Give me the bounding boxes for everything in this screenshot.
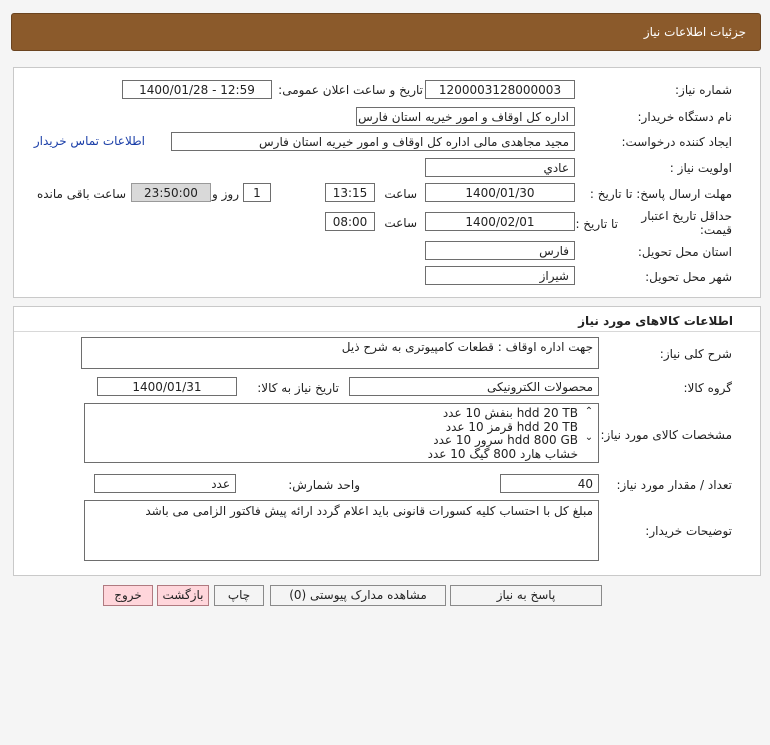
list-item: hdd 20 TB قرمز 10 عدد [445, 419, 578, 434]
deadline-time-field: 13:15 [325, 183, 375, 202]
delivery-city-field: شیراز [425, 266, 575, 285]
delivery-province-field: فارس [425, 241, 575, 260]
need-number-label: شماره نیاز: [675, 83, 732, 97]
announce-datetime-label: تاریخ و ساعت اعلان عمومی: [278, 83, 423, 97]
delivery-province-label: استان محل تحویل: [637, 245, 732, 259]
list-item: خشاب هارد 800 گیگ 10 عدد [427, 446, 578, 461]
general-description-field: جهت اداره اوقاف : قطعات کامپیوتری به شرح… [81, 337, 599, 369]
buyer-notes-field: مبلغ کل با احتساب کلیه کسورات قانونی بای… [84, 500, 599, 561]
remaining-days-label: روز و [212, 187, 239, 201]
deadline-time-label: ساعت [384, 187, 417, 201]
priority-field: عادي [425, 158, 575, 177]
goods-specs-label: مشخصات کالای مورد نیاز: [600, 428, 732, 442]
price-validity-sub-label: تا تاریخ : [575, 217, 618, 231]
scroll-up-icon[interactable]: ⌃ [584, 407, 594, 417]
announce-datetime-field: 1400/01/28 - 12:59 [122, 80, 272, 99]
need-date-field: 1400/01/31 [97, 377, 237, 396]
buyer-notes-label: توضیحات خریدار: [645, 524, 732, 538]
deadline-label: مهلت ارسال پاسخ: تا تاریخ : [589, 187, 732, 201]
goods-group-label: گروه کالا: [683, 381, 733, 395]
view-attachments-button[interactable]: مشاهده مدارک پیوستی (0) [270, 585, 446, 606]
buyer-name-label: نام دستگاه خریدار: [637, 110, 733, 124]
page-title: جزئیات اطلاعات نیاز [643, 25, 746, 39]
list-item: hdd 800 GB سرور 10 عدد [433, 433, 578, 447]
unit-field: عدد [94, 474, 236, 493]
general-description-label: شرح کلی نیاز: [659, 347, 732, 361]
remaining-days-field: 1 [243, 183, 271, 202]
list-item: hdd 20 TB بنفش 10 عدد [442, 406, 578, 420]
quantity-field: 40 [500, 474, 599, 493]
price-validity-time-label: ساعت [384, 216, 417, 230]
goods-group-field: محصولات الکترونیکی [349, 377, 599, 396]
delivery-city-label: شهر محل تحویل: [645, 270, 732, 284]
buyer-name-field: اداره کل اوقاف و امور خیریه استان فارس [356, 107, 575, 126]
remaining-time-label: ساعت باقی مانده [36, 187, 126, 201]
price-validity-label: حداقل تاریخ اعتبار قیمت: [641, 209, 732, 237]
unit-label: واحد شمارش: [288, 478, 360, 492]
need-number-field: 1200003128000003 [425, 80, 575, 99]
price-validity-time-field: 08:00 [325, 212, 375, 231]
buyer-contact-link[interactable]: اطلاعات تماس خریدار [34, 134, 145, 148]
creator-field: مجید مجاهدی مالی اداره کل اوقاف و امور خ… [171, 132, 575, 151]
back-button[interactable]: بازگشت [157, 585, 209, 606]
deadline-date-field: 1400/01/30 [425, 183, 575, 202]
goods-specs-list: hdd 20 TB بنفش 10 عدد hdd 20 TB قرمز 10 … [85, 404, 598, 461]
section-divider [14, 331, 760, 332]
page-header: جزئیات اطلاعات نیاز [11, 13, 761, 51]
goods-specs-listbox[interactable]: hdd 20 TB بنفش 10 عدد hdd 20 TB قرمز 10 … [84, 403, 599, 463]
reply-button[interactable]: پاسخ به نیاز [450, 585, 602, 606]
quantity-label: تعداد / مقدار مورد نیاز: [616, 478, 732, 492]
need-date-label: تاریخ نیاز به کالا: [257, 381, 339, 395]
scroll-down-icon[interactable]: ⌄ [584, 433, 594, 443]
print-button[interactable]: چاپ [214, 585, 264, 606]
exit-button[interactable]: خروج [103, 585, 153, 606]
remaining-time-field: 23:50:00 [131, 183, 211, 202]
scrollbar[interactable]: ⌃ ⌄ [584, 406, 594, 460]
need-info-panel [13, 67, 761, 298]
creator-label: ایجاد کننده درخواست: [621, 135, 732, 149]
priority-label: اولویت نیاز : [669, 161, 732, 175]
price-validity-date-field: 1400/02/01 [425, 212, 575, 231]
goods-section-title: اطلاعات کالاهای مورد نیاز [578, 314, 733, 328]
